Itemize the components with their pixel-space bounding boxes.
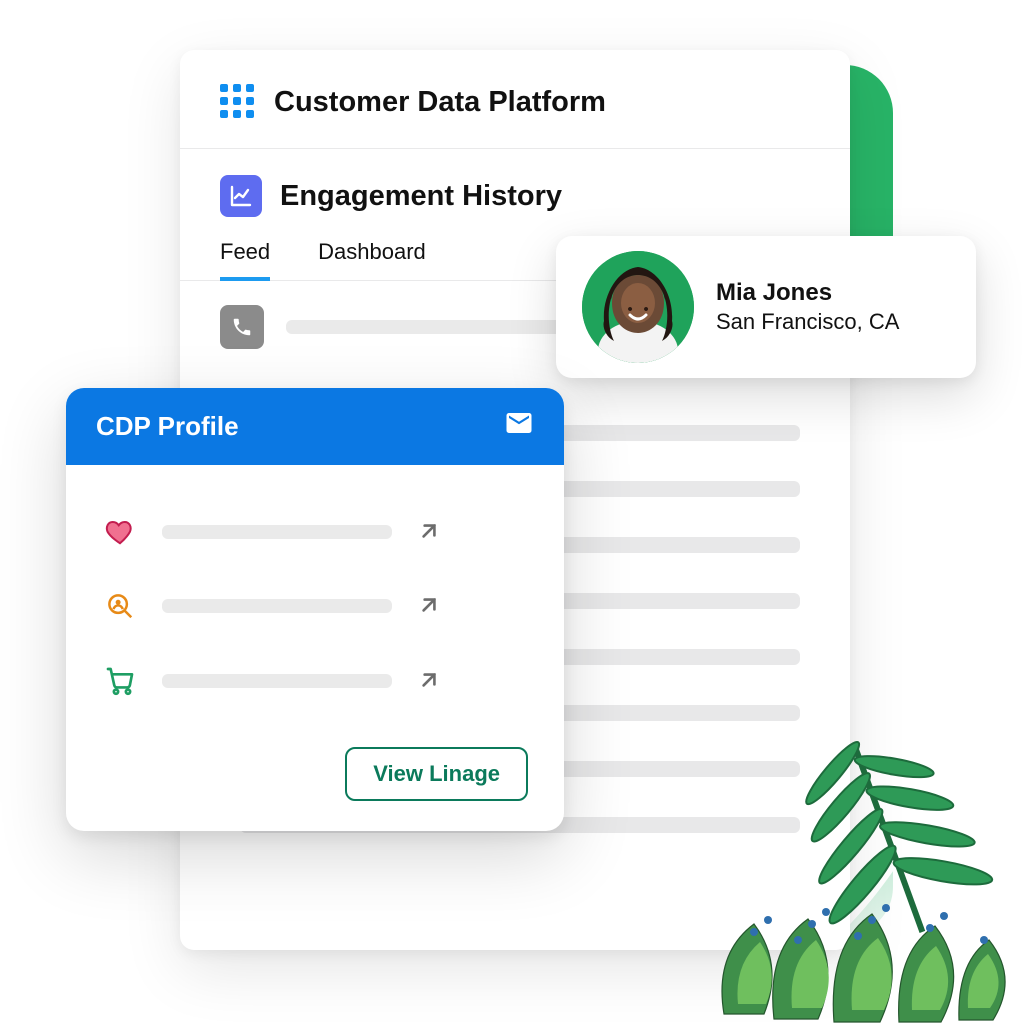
cdp-row[interactable]: [102, 495, 528, 569]
cdp-header: CDP Profile: [66, 388, 564, 465]
search-user-icon: [102, 591, 138, 621]
arrow-up-right-icon[interactable]: [416, 667, 444, 695]
heart-icon: [102, 517, 138, 547]
mail-icon[interactable]: [504, 408, 534, 445]
view-lineage-button[interactable]: View Linage: [345, 747, 528, 801]
app-title: Customer Data Platform: [274, 86, 606, 119]
cdp-title: CDP Profile: [96, 411, 239, 442]
cdp-row[interactable]: [102, 569, 528, 643]
section-header: Engagement History: [180, 149, 850, 225]
contact-name: Mia Jones: [716, 279, 899, 307]
cdp-row[interactable]: [102, 643, 528, 719]
foliage-illustration: [684, 684, 1024, 1024]
placeholder-line: [162, 599, 392, 613]
placeholder-line: [162, 525, 392, 539]
contact-text: Mia Jones San Francisco, CA: [716, 279, 899, 335]
chart-icon: [220, 175, 262, 217]
app-header: Customer Data Platform: [180, 50, 850, 149]
tab-feed[interactable]: Feed: [220, 239, 270, 281]
section-title: Engagement History: [280, 180, 562, 213]
contact-card: Mia Jones San Francisco, CA: [556, 236, 976, 378]
tab-dashboard[interactable]: Dashboard: [318, 239, 426, 280]
avatar: [582, 251, 694, 363]
phone-icon: [220, 305, 264, 349]
placeholder-line: [162, 674, 392, 688]
placeholder-line: [286, 320, 566, 334]
cart-icon: [102, 665, 138, 697]
cdp-body: [66, 465, 564, 743]
arrow-up-right-icon[interactable]: [416, 592, 444, 620]
app-launcher-icon[interactable]: [220, 84, 256, 120]
arrow-up-right-icon[interactable]: [416, 518, 444, 546]
contact-location: San Francisco, CA: [716, 309, 899, 335]
cdp-profile-card: CDP Profile: [66, 388, 564, 831]
